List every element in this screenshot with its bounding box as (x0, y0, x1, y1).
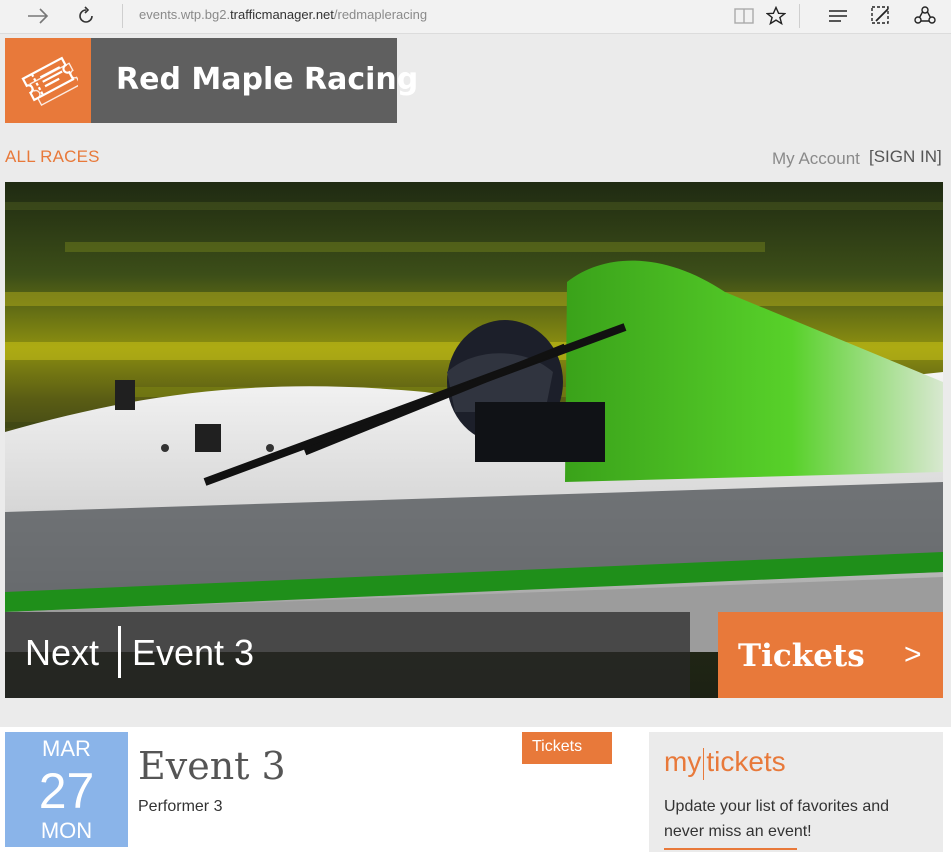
event-tickets-button[interactable]: Tickets (522, 732, 612, 764)
forward-icon[interactable] (26, 4, 50, 28)
next-event-name[interactable]: Event 3 (132, 632, 254, 674)
chevron-right-icon: > (904, 638, 922, 671)
event-day: 27 (38, 763, 95, 819)
brand-bar: Red Maple Racing (91, 38, 418, 123)
mytickets-title: my tickets (664, 746, 786, 780)
hero-tickets-button[interactable]: Tickets > (718, 612, 943, 698)
mytickets-underline (664, 848, 797, 850)
refresh-icon[interactable] (74, 4, 98, 28)
web-note-icon[interactable] (869, 4, 893, 28)
toolbar-separator (799, 4, 800, 28)
mytickets-panel: my tickets Update your list of favorites … (649, 732, 943, 852)
toolbar-separator (122, 4, 123, 28)
brand-name[interactable]: Red Maple Racing (116, 62, 418, 97)
my-account-label: My Account (772, 149, 860, 168)
address-bar[interactable]: events.wtp.bg2.trafficmanager.net/redmap… (139, 7, 427, 22)
next-label: Next (25, 632, 100, 673)
page-content: Red Maple Racing ALL RACES My Account [S… (0, 34, 951, 852)
ticket-icon (18, 49, 82, 113)
event-date-tile: MAR 27 MON (5, 732, 128, 847)
next-divider (118, 626, 121, 678)
event-weekday: MON (40, 818, 93, 843)
reading-view-icon[interactable] (732, 4, 756, 28)
favorite-star-icon[interactable] (764, 4, 788, 28)
mytickets-description: Update your list of favorites and never … (664, 798, 890, 840)
hub-icon[interactable] (826, 4, 850, 28)
site-logo[interactable] (5, 38, 91, 123)
event-performer: Performer 3 (138, 798, 223, 815)
sign-in-link[interactable]: [SIGN IN] (869, 147, 942, 167)
event-month: MAR (42, 736, 91, 761)
browser-toolbar: events.wtp.bg2.trafficmanager.net/redmap… (0, 0, 951, 34)
next-event-banner: Next Event 3 (5, 612, 690, 698)
share-icon[interactable] (913, 4, 937, 28)
all-races-link[interactable]: ALL RACES (5, 147, 100, 167)
hero-tickets-label: Tickets (738, 638, 865, 674)
event-title[interactable]: Event 3 (138, 744, 286, 788)
